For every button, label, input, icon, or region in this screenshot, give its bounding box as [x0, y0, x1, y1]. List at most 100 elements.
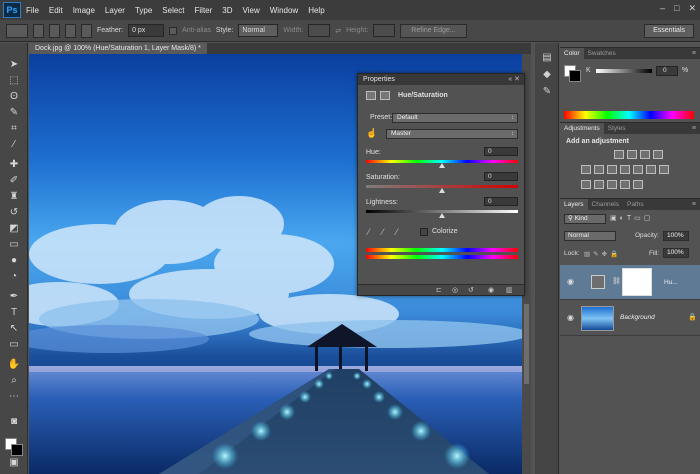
- height-input[interactable]: [373, 24, 396, 37]
- menu-file[interactable]: File: [21, 6, 44, 15]
- marquee-preset-icon[interactable]: [6, 23, 28, 38]
- brush-tool-icon[interactable]: ✐: [5, 174, 23, 187]
- color-panel-menu-icon[interactable]: ≡: [692, 48, 696, 59]
- link-icon[interactable]: ⛓: [612, 277, 621, 285]
- blur-tool-icon[interactable]: ●: [5, 254, 23, 267]
- history-brush-tool-icon[interactable]: ↺: [5, 206, 23, 219]
- saturation-value-input[interactable]: 0: [484, 172, 518, 181]
- maximize-button[interactable]: □: [674, 3, 679, 14]
- properties-tab[interactable]: Properties: [363, 76, 395, 83]
- menu-layer[interactable]: Layer: [100, 6, 130, 15]
- photo-filter-icon[interactable]: [633, 165, 643, 174]
- opacity-input[interactable]: 100%: [663, 231, 689, 241]
- background-color-swatch[interactable]: [11, 444, 23, 456]
- color-balance-icon[interactable]: [607, 165, 617, 174]
- antialias-checkbox[interactable]: [169, 26, 178, 35]
- view-previous-icon[interactable]: ◎: [452, 286, 458, 294]
- path-selection-tool-icon[interactable]: ↖: [5, 322, 23, 335]
- hue-value-input[interactable]: 0: [484, 147, 518, 156]
- quick-selection-tool-icon[interactable]: ✎: [5, 106, 23, 119]
- marquee-tool-icon[interactable]: ⬚: [5, 74, 23, 87]
- clip-to-layer-icon[interactable]: ⊏: [436, 286, 442, 294]
- lock-icons[interactable]: ▨✎✥🔒: [584, 250, 621, 258]
- move-tool-icon[interactable]: ➤: [5, 58, 23, 71]
- actions-panel-icon[interactable]: ◆: [540, 68, 554, 81]
- lasso-tool-icon[interactable]: ʘ: [5, 90, 23, 103]
- background-swatch[interactable]: [569, 70, 581, 82]
- menu-view[interactable]: View: [238, 6, 265, 15]
- eraser-tool-icon[interactable]: ◩: [5, 222, 23, 235]
- healing-brush-tool-icon[interactable]: ✚: [5, 158, 23, 171]
- scrollbar-thumb[interactable]: [524, 304, 529, 384]
- layers-panel-menu-icon[interactable]: ≡: [692, 199, 696, 210]
- colorize-checkbox[interactable]: [420, 228, 428, 236]
- exposure-icon[interactable]: [653, 150, 663, 159]
- refine-edge-button[interactable]: Refine Edge...: [400, 23, 467, 38]
- posterize-icon[interactable]: [594, 180, 604, 189]
- tab-color[interactable]: Color: [560, 48, 584, 59]
- adjustments-panel-menu-icon[interactable]: ≡: [692, 123, 696, 134]
- tab-layers[interactable]: Layers: [560, 199, 588, 210]
- menu-help[interactable]: Help: [303, 6, 329, 15]
- lightness-value-input[interactable]: 0: [484, 197, 518, 206]
- menu-window[interactable]: Window: [265, 6, 303, 15]
- hand-tool-icon[interactable]: ✋: [5, 358, 23, 371]
- visibility-icon[interactable]: ◉: [488, 286, 494, 294]
- k-slider[interactable]: [596, 69, 652, 73]
- tab-paths[interactable]: Paths: [623, 199, 648, 210]
- layer-filter-icons[interactable]: ▣◐T▭▢: [610, 214, 653, 222]
- menu-edit[interactable]: Edit: [44, 6, 68, 15]
- saturation-slider-thumb[interactable]: [439, 188, 445, 193]
- zoom-tool-icon[interactable]: ⌕: [5, 374, 23, 387]
- black-white-icon[interactable]: [620, 165, 630, 174]
- menu-image[interactable]: Image: [68, 6, 100, 15]
- new-selection-icon[interactable]: [33, 23, 44, 38]
- layer-row-background[interactable]: ◉ Background 🔒: [560, 301, 700, 336]
- gradient-tool-icon[interactable]: ▭: [5, 238, 23, 251]
- targeted-adjustment-hand-icon[interactable]: ☝: [366, 128, 377, 139]
- brightness-contrast-icon[interactable]: [614, 150, 624, 159]
- clone-stamp-tool-icon[interactable]: ♜: [5, 190, 23, 203]
- reset-icon[interactable]: ↺: [468, 286, 474, 294]
- close-button[interactable]: ✕: [688, 3, 696, 14]
- levels-icon[interactable]: [627, 150, 637, 159]
- minimize-button[interactable]: –: [660, 3, 665, 14]
- fill-input[interactable]: 100%: [663, 248, 689, 258]
- layer-name[interactable]: Background: [620, 314, 655, 321]
- tab-channels[interactable]: Channels: [588, 199, 623, 210]
- channel-select[interactable]: Master: [386, 129, 518, 139]
- history-panel-icon[interactable]: ▤: [540, 51, 554, 64]
- invert-icon[interactable]: [581, 180, 591, 189]
- style-select[interactable]: Normal: [238, 24, 279, 37]
- eyedropper-tool-icon[interactable]: ⁄: [5, 138, 23, 151]
- tab-swatches[interactable]: Swatches: [584, 48, 620, 59]
- eyedropper-plus-icon[interactable]: ⁄: [382, 227, 384, 237]
- selective-color-icon[interactable]: [620, 180, 630, 189]
- dodge-tool-icon[interactable]: ◔: [5, 270, 23, 283]
- tab-adjustments[interactable]: Adjustments: [560, 123, 604, 134]
- screen-mode-icon[interactable]: ▣: [5, 456, 23, 469]
- tab-styles[interactable]: Styles: [604, 123, 630, 134]
- swap-icon[interactable]: ⇄: [335, 27, 341, 35]
- document-tab[interactable]: Dock.jpg @ 100% (Hue/Saturation 1, Layer…: [29, 43, 207, 54]
- brush-presets-icon[interactable]: ✎: [540, 85, 554, 98]
- properties-header[interactable]: Properties « ✕: [358, 74, 524, 85]
- threshold-icon[interactable]: [607, 180, 617, 189]
- hue-saturation-icon[interactable]: [594, 165, 604, 174]
- extra-tools-icon[interactable]: ⋯: [5, 390, 23, 403]
- type-tool-icon[interactable]: T: [5, 306, 23, 319]
- vibrance-icon[interactable]: [581, 165, 591, 174]
- color-lookup-icon[interactable]: [659, 165, 669, 174]
- visibility-eye-icon[interactable]: ◉: [567, 313, 574, 322]
- preset-select[interactable]: Default: [392, 113, 518, 123]
- gradient-map-icon[interactable]: [633, 180, 643, 189]
- delete-icon[interactable]: ▥: [506, 286, 513, 294]
- add-selection-icon[interactable]: [49, 23, 60, 38]
- eyedropper-icon[interactable]: ⁄: [368, 227, 370, 237]
- k-value-input[interactable]: 0: [656, 66, 678, 76]
- width-input[interactable]: [308, 24, 331, 37]
- quick-mask-icon[interactable]: ◙: [5, 415, 23, 428]
- channel-mixer-icon[interactable]: [646, 165, 656, 174]
- layer-name[interactable]: Hu...: [664, 279, 678, 286]
- color-spectrum[interactable]: [564, 111, 694, 119]
